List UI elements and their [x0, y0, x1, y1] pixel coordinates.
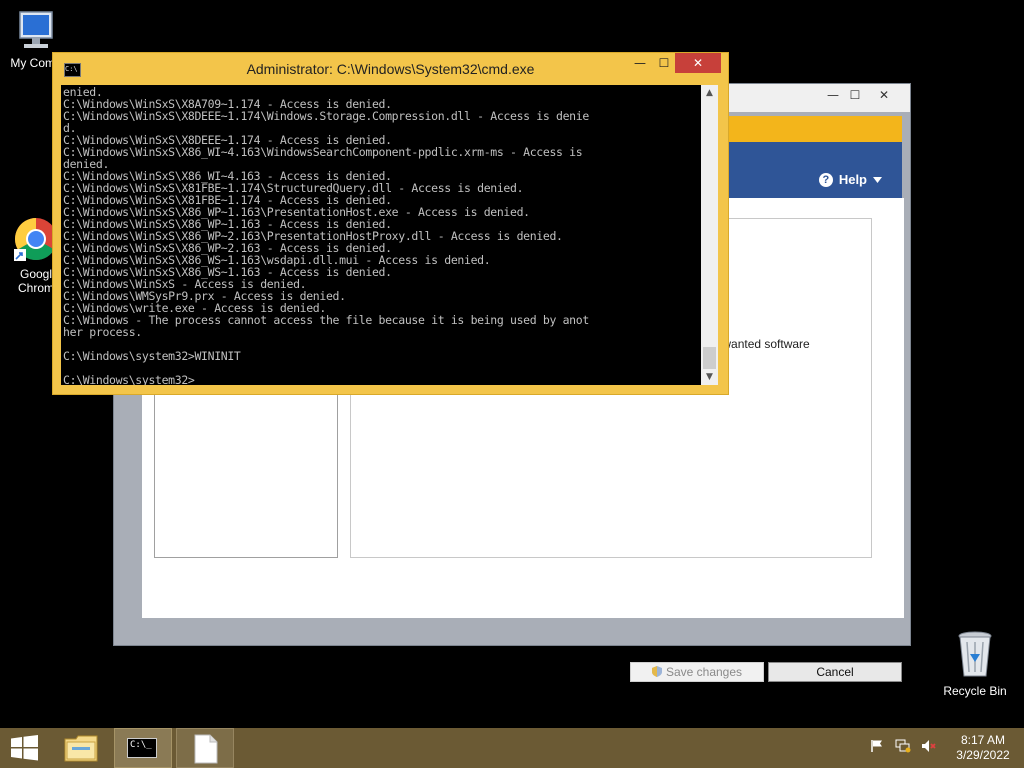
console-text: enied. C:\Windows\WinSxS\X8A709~1.174 - … — [63, 85, 589, 385]
windows-logo-icon — [11, 735, 38, 761]
cmd-window: C:\ Administrator: C:\Windows\System32\c… — [52, 52, 729, 395]
start-button[interactable] — [0, 728, 50, 768]
desktop-icon-recycle-bin[interactable]: Recycle Bin — [935, 630, 1015, 698]
system-tray: 8:17 AM 3/29/2022 — [864, 728, 1024, 768]
save-changes-button[interactable]: Save changes — [630, 662, 764, 682]
taskbar-file-explorer[interactable] — [56, 728, 106, 768]
taskbar-document[interactable] — [176, 728, 234, 768]
cmd-titlebar[interactable]: C:\ Administrator: C:\Windows\System32\c… — [53, 53, 728, 85]
save-changes-label: Save changes — [665, 665, 743, 679]
help-icon: ? — [818, 172, 833, 187]
close-button[interactable]: ✕ — [870, 84, 898, 106]
help-menu[interactable]: ? Help — [818, 172, 882, 187]
system-clock[interactable]: 8:17 AM 3/29/2022 — [942, 733, 1024, 763]
scroll-down-arrow-icon[interactable]: ▼ — [701, 369, 718, 385]
folder-icon — [64, 735, 98, 762]
maximize-button[interactable]: ☐ — [651, 53, 677, 73]
recycle-bin-icon — [958, 631, 992, 677]
close-button[interactable]: ✕ — [675, 53, 721, 73]
help-label: Help — [838, 172, 867, 187]
flag-icon[interactable] — [867, 739, 887, 757]
scrollbar-thumb[interactable] — [703, 347, 716, 369]
cancel-button[interactable]: Cancel — [768, 662, 902, 682]
taskbar-cmd[interactable]: C:\_ — [114, 728, 172, 768]
maximize-button[interactable]: ☐ — [841, 84, 869, 106]
clock-date: 3/29/2022 — [956, 748, 1010, 762]
document-icon — [194, 734, 218, 764]
computer-icon — [19, 11, 53, 48]
scroll-up-arrow-icon[interactable]: ▲ — [701, 85, 718, 101]
clock-time: 8:17 AM — [960, 733, 1006, 747]
desktop-icon-label: Recycle Bin — [943, 684, 1007, 698]
chevron-down-icon — [873, 176, 882, 183]
cmd-icon: C:\_ — [127, 738, 157, 758]
shield-icon — [651, 666, 662, 677]
console-output[interactable]: enied. C:\Windows\WinSxS\X8A709~1.174 - … — [61, 85, 701, 385]
vertical-scrollbar[interactable]: ▲ ▼ — [701, 85, 718, 385]
volume-muted-icon[interactable] — [919, 739, 939, 757]
taskbar: C:\_ 8:17 AM 3/29/2022 — [0, 728, 1024, 768]
network-icon[interactable] — [893, 739, 913, 757]
